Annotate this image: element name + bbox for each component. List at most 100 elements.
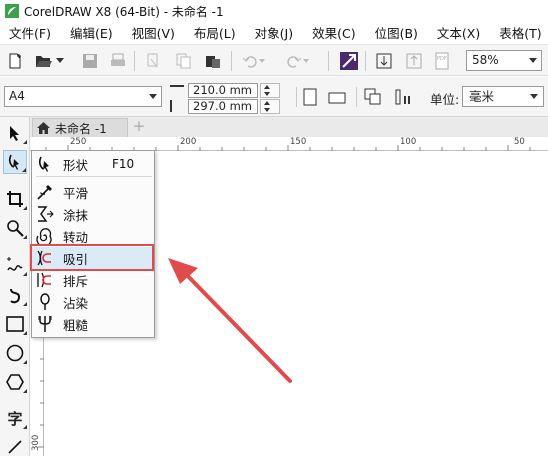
undo-dropdown-icon[interactable] xyxy=(258,51,266,71)
menu-text[interactable]: 文本(X) xyxy=(437,23,480,42)
add-tab-button[interactable]: + xyxy=(132,119,146,134)
menu-bar: 文件(F) 编辑(E) 视图(V) 布局(L) 对象(J) 效果(C) 位图(B… xyxy=(0,22,548,42)
ellipse-icon xyxy=(6,344,24,362)
shape-tool[interactable] xyxy=(3,150,27,174)
polygon-tool[interactable] xyxy=(3,370,27,394)
menu-view[interactable]: 视图(V) xyxy=(132,23,175,42)
ruler-label: 150 xyxy=(290,137,307,147)
tab-document-label: 未命名 -1 xyxy=(55,121,107,136)
title-bar: CorelDRAW X8 (64-Bit) - 未命名 -1 xyxy=(0,0,548,22)
open-icon[interactable] xyxy=(34,51,54,71)
pdf-icon[interactable]: PDF xyxy=(432,51,452,71)
page-size-select[interactable]: A4 xyxy=(4,86,162,107)
portrait-icon[interactable] xyxy=(300,87,320,107)
shortcut-label: F10 xyxy=(112,157,135,171)
zoom-tool[interactable] xyxy=(3,216,27,240)
flyout-item-shape[interactable]: 形状 F10 xyxy=(32,153,154,175)
flyout-item-label: 沾染 xyxy=(63,295,89,311)
horizontal-ruler[interactable]: 250 200 150 100 50 xyxy=(30,137,548,151)
paste-icon[interactable] xyxy=(203,51,223,71)
flyout-item-label: 粗糙 xyxy=(63,317,89,333)
ruler-label: 250 xyxy=(70,137,87,147)
open-dropdown-icon[interactable] xyxy=(55,51,65,71)
flyout-item-smooth[interactable]: 平滑 xyxy=(32,181,154,203)
height-spinner[interactable] xyxy=(260,98,280,114)
menu-file[interactable]: 文件(F) xyxy=(9,23,51,42)
pick-tool[interactable] xyxy=(3,121,27,145)
flyout-item-label: 形状 xyxy=(63,157,89,173)
zoom-level-select[interactable]: 58% xyxy=(466,50,542,71)
chevron-down-icon xyxy=(530,94,538,99)
height-icon xyxy=(170,100,184,112)
roughen-tool-icon xyxy=(35,314,55,334)
artistic-media-tool[interactable] xyxy=(3,283,27,307)
ellipse-tool[interactable] xyxy=(3,341,27,365)
import-export-icon[interactable] xyxy=(339,51,359,71)
height-row: 297.0 mm xyxy=(170,98,280,114)
dimension-tool[interactable] xyxy=(3,435,27,456)
dimension-icon xyxy=(8,440,22,454)
toolbox: 字 xyxy=(0,117,30,456)
print-icon[interactable] xyxy=(108,51,128,71)
document-tab-bar: 未命名 -1 + xyxy=(30,117,548,137)
menu-effects[interactable]: 效果(C) xyxy=(312,23,355,42)
undo-icon[interactable] xyxy=(240,51,260,71)
menu-layout[interactable]: 布局(L) xyxy=(194,23,236,42)
import-icon[interactable] xyxy=(374,51,394,71)
smooth-tool-icon xyxy=(35,182,55,202)
smudge-tool-icon xyxy=(35,292,55,312)
svg-text:PDF: PDF xyxy=(437,56,447,62)
twirl-tool-icon xyxy=(35,226,55,246)
export-icon[interactable] xyxy=(404,51,424,71)
menu-table[interactable]: 表格(T) xyxy=(499,23,541,42)
freehand-icon xyxy=(7,257,23,271)
property-bar: A4 210.0 mm 297.0 mm 单位: 毫米 xyxy=(0,77,548,117)
width-spinner[interactable] xyxy=(260,82,280,98)
crop-tool[interactable] xyxy=(3,187,27,211)
magnifier-icon xyxy=(7,220,24,237)
page-height-input[interactable]: 297.0 mm xyxy=(188,98,258,114)
landscape-icon[interactable] xyxy=(327,87,347,107)
artistic-media-icon xyxy=(10,288,21,304)
tab-document[interactable]: 未命名 -1 xyxy=(32,118,128,137)
unit-select[interactable]: 毫米 xyxy=(462,86,544,107)
window-title: CorelDRAW X8 (64-Bit) - 未命名 -1 xyxy=(24,4,224,19)
text-tool[interactable]: 字 xyxy=(3,406,27,430)
flyout-item-label: 涂抹 xyxy=(63,207,89,223)
chevron-down-icon xyxy=(149,94,157,99)
menu-object[interactable]: 对象(J) xyxy=(255,23,293,42)
cut-icon[interactable] xyxy=(144,51,164,71)
ruler-label: 200 xyxy=(180,137,197,147)
rectangle-icon xyxy=(6,316,24,332)
flyout-item-repel[interactable]: 排斥 xyxy=(32,269,154,291)
flyout-item-label: 平滑 xyxy=(63,185,89,201)
current-page-icon[interactable] xyxy=(393,87,413,107)
copy-icon[interactable] xyxy=(174,51,194,71)
chevron-down-icon xyxy=(529,58,537,63)
shape-tool-icon xyxy=(8,154,19,170)
rectangle-tool[interactable] xyxy=(3,312,27,336)
redo-icon[interactable] xyxy=(284,51,304,71)
polygon-icon xyxy=(6,374,24,390)
freehand-tool[interactable] xyxy=(3,253,27,277)
flyout-item-smear[interactable]: 涂抹 xyxy=(32,203,154,225)
menu-bitmaps[interactable]: 位图(B) xyxy=(375,23,418,42)
smear-tool-icon xyxy=(35,204,55,224)
all-pages-icon[interactable] xyxy=(363,87,383,107)
new-document-icon[interactable] xyxy=(5,51,25,71)
text-tool-glyph: 字 xyxy=(7,409,23,428)
coreldraw-logo-icon xyxy=(5,4,19,18)
ruler-label: 50 xyxy=(514,137,525,147)
highlight-box xyxy=(30,244,154,271)
redo-dropdown-icon[interactable] xyxy=(302,51,310,71)
flyout-item-smudge[interactable]: 沾染 xyxy=(32,291,154,313)
width-row: 210.0 mm xyxy=(170,82,280,98)
width-icon xyxy=(170,85,184,95)
zoom-level-value: 58% xyxy=(472,53,499,67)
save-icon[interactable] xyxy=(80,51,100,71)
flyout-item-roughen[interactable]: 粗糙 xyxy=(32,313,154,335)
menu-edit[interactable]: 编辑(E) xyxy=(70,23,113,42)
pointer-icon xyxy=(10,126,19,141)
page-width-input[interactable]: 210.0 mm xyxy=(188,82,258,98)
shape-tool-icon xyxy=(35,154,55,174)
